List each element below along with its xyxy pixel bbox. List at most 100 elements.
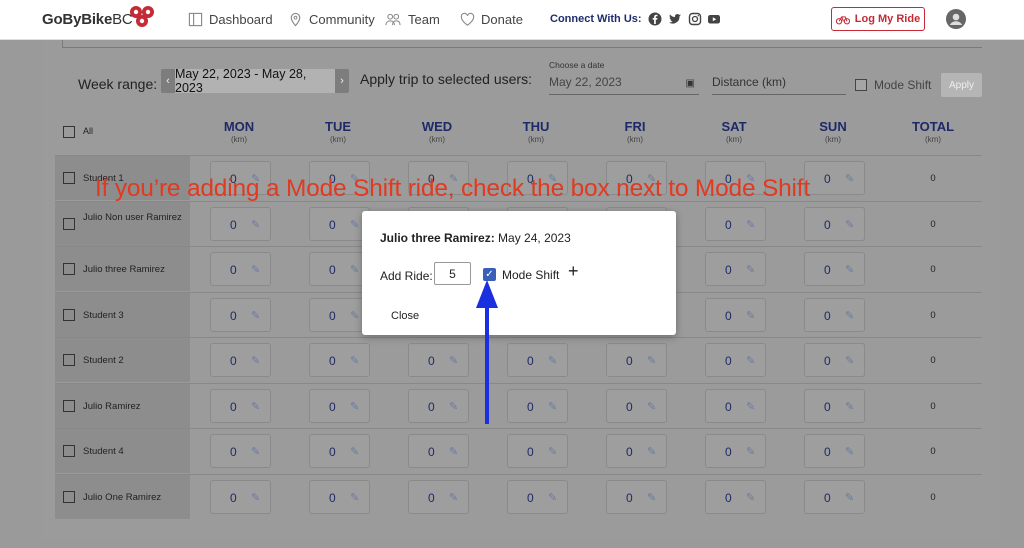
day-distance-cell[interactable]: 0✎	[309, 480, 370, 514]
site-logo[interactable]: GoByBikeBC	[42, 11, 133, 28]
day-distance-cell[interactable]: 0✎	[705, 252, 766, 286]
edit-pencil-icon[interactable]: ✎	[647, 400, 656, 413]
edit-pencil-icon[interactable]: ✎	[548, 491, 557, 504]
edit-pencil-icon[interactable]: ✎	[845, 172, 854, 185]
edit-pencil-icon[interactable]: ✎	[350, 309, 359, 322]
row-checkbox[interactable]	[63, 309, 75, 321]
day-distance-cell[interactable]: 0✎	[408, 480, 469, 514]
day-distance-cell[interactable]: 0✎	[507, 480, 568, 514]
day-distance-cell[interactable]: 0✎	[309, 298, 370, 332]
select-all-checkbox[interactable]	[63, 126, 75, 138]
youtube-icon[interactable]	[707, 12, 721, 26]
ride-distance-input[interactable]	[434, 262, 471, 285]
day-distance-cell[interactable]: 0✎	[210, 389, 271, 423]
row-checkbox[interactable]	[63, 445, 75, 457]
edit-pencil-icon[interactable]: ✎	[746, 218, 755, 231]
date-input[interactable]: May 22, 2023 ▣	[549, 75, 699, 95]
row-checkbox[interactable]	[63, 354, 75, 366]
calendar-icon[interactable]: ▣	[686, 78, 695, 89]
edit-pencil-icon[interactable]: ✎	[746, 354, 755, 367]
edit-pencil-icon[interactable]: ✎	[845, 263, 854, 276]
distance-input[interactable]: Distance (km)	[712, 75, 846, 95]
edit-pencil-icon[interactable]: ✎	[251, 263, 260, 276]
log-my-ride-button[interactable]: Log My Ride	[831, 7, 925, 31]
day-distance-cell[interactable]: 0✎	[804, 389, 865, 423]
next-week-icon[interactable]: ›	[335, 69, 349, 93]
nav-team[interactable]: Team	[384, 12, 440, 27]
edit-pencil-icon[interactable]: ✎	[647, 445, 656, 458]
day-distance-cell[interactable]: 0✎	[804, 480, 865, 514]
edit-pencil-icon[interactable]: ✎	[845, 309, 854, 322]
day-distance-cell[interactable]: 0✎	[606, 343, 667, 377]
day-distance-cell[interactable]: 0✎	[309, 207, 370, 241]
add-ride-plus-button[interactable]: +	[568, 261, 579, 281]
edit-pencil-icon[interactable]: ✎	[548, 400, 557, 413]
row-checkbox[interactable]	[63, 491, 75, 503]
day-distance-cell[interactable]: 0✎	[309, 343, 370, 377]
edit-pencil-icon[interactable]: ✎	[350, 218, 359, 231]
week-range-selector[interactable]: ‹ May 22, 2023 - May 28, 2023 ›	[161, 69, 349, 93]
day-distance-cell[interactable]: 0✎	[804, 434, 865, 468]
day-distance-cell[interactable]: 0✎	[210, 207, 271, 241]
prev-week-icon[interactable]: ‹	[161, 69, 175, 93]
edit-pencil-icon[interactable]: ✎	[845, 445, 854, 458]
nav-donate[interactable]: Donate	[460, 12, 523, 27]
edit-pencil-icon[interactable]: ✎	[350, 400, 359, 413]
day-distance-cell[interactable]: 0✎	[606, 434, 667, 468]
edit-pencil-icon[interactable]: ✎	[746, 263, 755, 276]
edit-pencil-icon[interactable]: ✎	[251, 445, 260, 458]
twitter-icon[interactable]	[668, 12, 682, 26]
day-distance-cell[interactable]: 0✎	[210, 343, 271, 377]
edit-pencil-icon[interactable]: ✎	[449, 400, 458, 413]
edit-pencil-icon[interactable]: ✎	[746, 400, 755, 413]
edit-pencil-icon[interactable]: ✎	[845, 491, 854, 504]
day-distance-cell[interactable]: 0✎	[408, 389, 469, 423]
user-avatar-icon[interactable]	[946, 9, 966, 29]
row-checkbox[interactable]	[63, 218, 75, 230]
day-distance-cell[interactable]: 0✎	[507, 434, 568, 468]
edit-pencil-icon[interactable]: ✎	[746, 445, 755, 458]
edit-pencil-icon[interactable]: ✎	[845, 400, 854, 413]
day-distance-cell[interactable]: 0✎	[804, 207, 865, 241]
edit-pencil-icon[interactable]: ✎	[449, 445, 458, 458]
row-checkbox[interactable]	[63, 263, 75, 275]
edit-pencil-icon[interactable]: ✎	[350, 445, 359, 458]
day-distance-cell[interactable]: 0✎	[705, 434, 766, 468]
apply-button[interactable]: Apply	[941, 73, 982, 97]
day-distance-cell[interactable]: 0✎	[804, 343, 865, 377]
edit-pencil-icon[interactable]: ✎	[548, 354, 557, 367]
day-distance-cell[interactable]: 0✎	[804, 252, 865, 286]
day-distance-cell[interactable]: 0✎	[705, 389, 766, 423]
row-checkbox[interactable]	[63, 400, 75, 412]
day-distance-cell[interactable]: 0✎	[606, 480, 667, 514]
edit-pencil-icon[interactable]: ✎	[845, 218, 854, 231]
nav-community[interactable]: Community	[288, 12, 375, 27]
day-distance-cell[interactable]: 0✎	[309, 389, 370, 423]
day-distance-cell[interactable]: 0✎	[408, 434, 469, 468]
edit-pencil-icon[interactable]: ✎	[350, 491, 359, 504]
day-distance-cell[interactable]: 0✎	[408, 343, 469, 377]
edit-pencil-icon[interactable]: ✎	[350, 263, 359, 276]
edit-pencil-icon[interactable]: ✎	[845, 354, 854, 367]
day-distance-cell[interactable]: 0✎	[606, 389, 667, 423]
edit-pencil-icon[interactable]: ✎	[746, 491, 755, 504]
day-distance-cell[interactable]: 0✎	[210, 434, 271, 468]
edit-pencil-icon[interactable]: ✎	[449, 354, 458, 367]
day-distance-cell[interactable]: 0✎	[705, 298, 766, 332]
day-distance-cell[interactable]: 0✎	[210, 298, 271, 332]
instagram-icon[interactable]	[688, 12, 702, 26]
edit-pencil-icon[interactable]: ✎	[647, 354, 656, 367]
edit-pencil-icon[interactable]: ✎	[251, 309, 260, 322]
mode-shift-checkbox[interactable]	[855, 79, 867, 91]
day-distance-cell[interactable]: 0✎	[507, 389, 568, 423]
edit-pencil-icon[interactable]: ✎	[647, 491, 656, 504]
day-distance-cell[interactable]: 0✎	[507, 343, 568, 377]
row-checkbox[interactable]	[63, 172, 75, 184]
facebook-icon[interactable]	[648, 12, 662, 26]
day-distance-cell[interactable]: 0✎	[804, 298, 865, 332]
nav-dashboard[interactable]: Dashboard	[188, 12, 273, 27]
day-distance-cell[interactable]: 0✎	[210, 252, 271, 286]
day-distance-cell[interactable]: 0✎	[309, 252, 370, 286]
day-distance-cell[interactable]: 0✎	[705, 343, 766, 377]
day-distance-cell[interactable]: 0✎	[804, 161, 865, 195]
